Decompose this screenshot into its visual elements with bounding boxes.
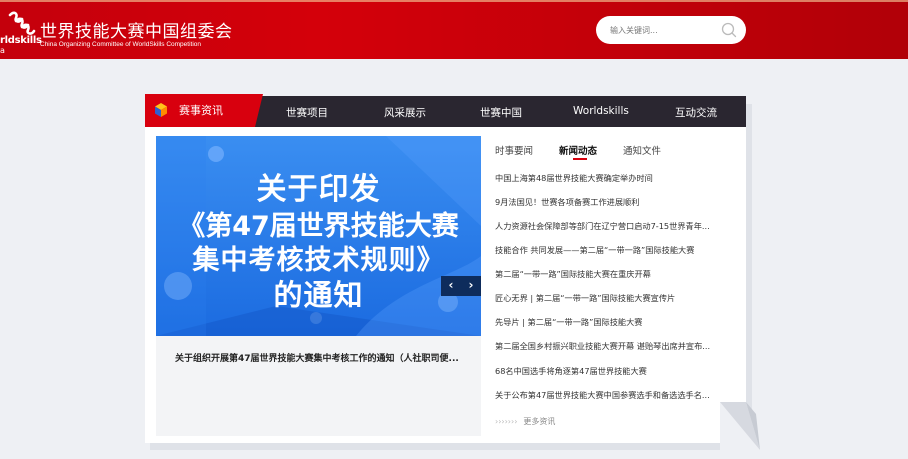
nav-active-label: 赛事资讯 — [179, 104, 223, 117]
cube-icon — [155, 103, 167, 117]
tab-headlines[interactable]: 时事要闻 — [495, 143, 533, 157]
list-item[interactable]: 技能合作 共同发展——第二届“一带一路”国际技能大赛 — [495, 244, 731, 256]
nav-item-active[interactable]: 赛事资讯 — [145, 94, 255, 127]
category-nav: 赛事资讯 世赛项目 风采展示 世赛中国 Worldskills 互动交流 — [145, 94, 746, 127]
list-item[interactable]: 68名中国选手将角逐第47届世界技能大赛 — [495, 365, 731, 377]
nav-item-interaction[interactable]: 互动交流 — [675, 105, 717, 120]
search-input[interactable] — [610, 23, 720, 37]
site-subtitle: China Organizing Committee of WorldSkill… — [40, 41, 201, 48]
chevron-right-icon[interactable]: › — [461, 276, 481, 296]
nav-item-worldskills[interactable]: Worldskills — [573, 105, 629, 117]
logo-worldskills-text: rldskills — [0, 35, 42, 46]
banner-caption[interactable]: 关于组织开展第47届世界技能大赛集中考核工作的通知（人社职司便... — [175, 351, 465, 364]
search-box[interactable] — [596, 16, 746, 44]
more-arrows-icon: ››››››› — [495, 417, 518, 426]
featured-banner[interactable]: 关于印发 《第47届世界技能大赛 集中考核技术规则》 的通知 — [156, 136, 481, 336]
chevron-left-icon[interactable]: ‹ — [441, 276, 461, 296]
news-card: 赛事资讯 世赛项目 风采展示 世赛中国 Worldskills 互动交流 关于印… — [145, 94, 746, 443]
list-item[interactable]: 人力资源社会保障部等部门在辽宁营口启动7-15世界青年... — [495, 220, 731, 232]
tab-notices[interactable]: 通知文件 — [623, 143, 661, 157]
card-page-curl — [720, 402, 760, 450]
site-title: 世界技能大赛中国组委会 — [40, 22, 233, 42]
more-news-label: 更多资讯 — [523, 417, 556, 426]
list-item[interactable]: 先导片 | 第二届“一带一路”国际技能大赛 — [495, 316, 731, 328]
more-news-link[interactable]: ››››››› 更多资讯 — [495, 416, 555, 427]
site-logo[interactable]: rldskills a 世界技能大赛中国组委会 China Organizing… — [0, 3, 232, 59]
nav-item-china[interactable]: 世赛中国 — [480, 105, 522, 120]
nav-item-projects[interactable]: 世赛项目 — [286, 105, 328, 120]
list-item[interactable]: 关于公布第47届世界技能大赛中国参赛选手和备选选手名... — [495, 389, 731, 401]
banner-controls: ‹ › — [441, 276, 481, 296]
list-item[interactable]: 9月法国见！世赛各项备赛工作进展顺利 — [495, 196, 731, 208]
banner-line-4: 的通知 — [273, 278, 364, 312]
active-tab-indicator — [573, 158, 587, 160]
header-accent-line — [0, 0, 908, 2]
tab-news[interactable]: 新闻动态 — [559, 143, 597, 157]
list-item[interactable]: 中国上海第48届世界技能大赛确定举办时间 — [495, 172, 731, 184]
search-icon[interactable] — [720, 21, 738, 39]
nav-active-wedge — [255, 94, 263, 127]
list-item[interactable]: 匠心无界 | 第二届“一带一路”国际技能大赛宣传片 — [495, 292, 731, 304]
list-item[interactable]: 第二届全国乡村振兴职业技能大赛开幕 谌贻琴出席并宣布... — [495, 340, 731, 352]
banner-line-1: 关于印发 — [256, 172, 381, 207]
nav-item-showcase[interactable]: 风采展示 — [384, 105, 426, 120]
logo-china-text: a — [0, 46, 5, 55]
worldskills-logo-icon — [8, 11, 36, 35]
site-header: rldskills a 世界技能大赛中国组委会 China Organizing… — [0, 0, 908, 59]
list-item[interactable]: 第二届“一带一路”国际技能大赛在重庆开幕 — [495, 268, 731, 280]
